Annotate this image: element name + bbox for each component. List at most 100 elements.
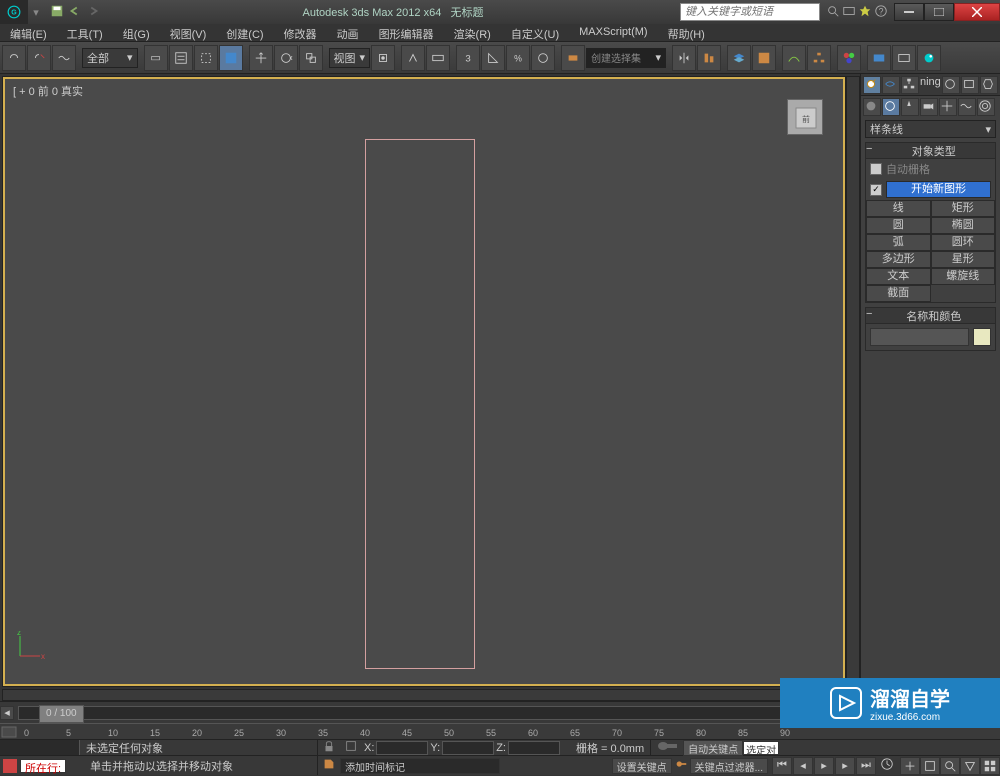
z-coord-input[interactable] bbox=[508, 741, 560, 755]
link-icon[interactable] bbox=[2, 45, 26, 71]
select-region-icon[interactable] bbox=[194, 45, 218, 71]
menu-customize[interactable]: 自定义(U) bbox=[501, 24, 569, 41]
curve-editor-icon[interactable] bbox=[782, 45, 806, 71]
keyboard-shortcut-icon[interactable] bbox=[426, 45, 450, 71]
angle-snap-icon[interactable] bbox=[481, 45, 505, 71]
select-rotate-icon[interactable] bbox=[274, 45, 298, 71]
select-by-name-icon[interactable] bbox=[169, 45, 193, 71]
select-move-icon[interactable] bbox=[249, 45, 273, 71]
graphite-icon[interactable] bbox=[752, 45, 776, 71]
time-config-icon[interactable] bbox=[880, 757, 894, 774]
named-selection-dropdown[interactable]: 创建选择集▾ bbox=[586, 48, 666, 68]
align-icon[interactable] bbox=[697, 45, 721, 71]
rectangle-shape[interactable] bbox=[365, 139, 475, 669]
spinner-snap-icon[interactable] bbox=[531, 45, 555, 71]
menu-edit[interactable]: 编辑(E) bbox=[0, 24, 57, 41]
percent-snap-icon[interactable]: % bbox=[506, 45, 530, 71]
timeline-prev-icon[interactable]: ◂ bbox=[0, 706, 14, 720]
pivot-center-icon[interactable] bbox=[371, 45, 395, 71]
geometry-subtab-icon[interactable] bbox=[863, 98, 881, 116]
lights-subtab-icon[interactable] bbox=[901, 98, 919, 116]
select-scale-icon[interactable] bbox=[299, 45, 323, 71]
zoom-extents-icon[interactable] bbox=[920, 757, 940, 775]
window-maximize[interactable] bbox=[924, 3, 954, 21]
mirror-icon[interactable] bbox=[672, 45, 696, 71]
help-icon[interactable]: ? bbox=[874, 4, 888, 21]
time-slider[interactable]: 0 / 100 bbox=[18, 706, 842, 720]
viewport[interactable]: [ + 0 前 0 真实 前 zx bbox=[2, 76, 846, 687]
menu-modifiers[interactable]: 修改器 bbox=[274, 24, 327, 41]
menu-grapheditors[interactable]: 图形编辑器 bbox=[369, 24, 444, 41]
spacewarps-subtab-icon[interactable] bbox=[958, 98, 976, 116]
snap-toggle-icon[interactable]: 3 bbox=[456, 45, 480, 71]
unlink-icon[interactable] bbox=[27, 45, 51, 71]
bind-spacewarp-icon[interactable] bbox=[52, 45, 76, 71]
key-icon[interactable] bbox=[672, 757, 690, 774]
app-logo[interactable]: G bbox=[0, 0, 28, 24]
viewport-label[interactable]: [ + 0 前 0 真实 bbox=[13, 83, 83, 99]
keyfilter-button[interactable]: 关键点过滤器... bbox=[690, 758, 768, 774]
create-tab-icon[interactable] bbox=[863, 76, 881, 94]
menu-tools[interactable]: 工具(T) bbox=[57, 24, 113, 41]
rendered-frame-icon[interactable] bbox=[892, 45, 916, 71]
time-slider-thumb[interactable]: 0 / 100 bbox=[39, 705, 84, 723]
selection-filter-dropdown[interactable]: 全部 ▾ bbox=[82, 48, 138, 68]
edit-named-sel-icon[interactable] bbox=[561, 45, 585, 71]
zoom-icon[interactable] bbox=[940, 757, 960, 775]
keymode-dropdown[interactable]: 选定对象 bbox=[743, 741, 779, 755]
play-icon[interactable]: ▸ bbox=[814, 757, 834, 775]
menu-maxscript[interactable]: MAXScript(M) bbox=[569, 24, 657, 41]
script-input[interactable]: 所在行: bbox=[20, 759, 66, 773]
lock-icon[interactable] bbox=[318, 739, 340, 756]
object-type-header[interactable]: −对象类型 bbox=[866, 143, 995, 159]
star-button[interactable]: 星形 bbox=[931, 251, 996, 268]
goto-end-icon[interactable]: ⏭ bbox=[856, 757, 876, 775]
cameras-subtab-icon[interactable] bbox=[920, 98, 938, 116]
render-setup-icon[interactable] bbox=[867, 45, 891, 71]
line-button[interactable]: 线 bbox=[866, 200, 931, 217]
startnew-button[interactable]: 开始新图形 bbox=[886, 181, 991, 198]
helpers-subtab-icon[interactable] bbox=[939, 98, 957, 116]
motion-tab-icon[interactable] bbox=[942, 76, 960, 94]
schematic-view-icon[interactable] bbox=[807, 45, 831, 71]
menu-help[interactable]: 帮助(H) bbox=[658, 24, 715, 41]
menu-create[interactable]: 创建(C) bbox=[216, 24, 273, 41]
comm-center-icon[interactable] bbox=[842, 4, 856, 21]
key-mode-icon[interactable] bbox=[651, 741, 683, 754]
pan-view-icon[interactable] bbox=[900, 757, 920, 775]
layer-manager-icon[interactable] bbox=[727, 45, 751, 71]
viewcube[interactable]: 前 bbox=[787, 99, 823, 135]
arc-button[interactable]: 弧 bbox=[866, 234, 931, 251]
material-editor-icon[interactable] bbox=[837, 45, 861, 71]
fov-icon[interactable] bbox=[960, 757, 980, 775]
menu-animation[interactable]: 动画 bbox=[327, 24, 369, 41]
favorite-icon[interactable] bbox=[858, 4, 872, 21]
utilities-tab-icon[interactable] bbox=[980, 76, 998, 94]
circle-button[interactable]: 圆 bbox=[866, 217, 931, 234]
object-name-input[interactable] bbox=[870, 328, 969, 346]
menu-views[interactable]: 视图(V) bbox=[160, 24, 217, 41]
helix-button[interactable]: 螺旋线 bbox=[931, 268, 996, 285]
ref-coord-dropdown[interactable]: 视图 ▾ bbox=[329, 48, 371, 68]
hierarchy-tab-icon[interactable] bbox=[901, 76, 919, 94]
systems-subtab-icon[interactable] bbox=[977, 98, 995, 116]
autogrid-checkbox[interactable] bbox=[870, 163, 882, 175]
section-button[interactable]: 截面 bbox=[866, 285, 931, 302]
ngon-button[interactable]: 多边形 bbox=[866, 251, 931, 268]
add-time-tag-button[interactable]: 添加时间标记 bbox=[340, 758, 500, 774]
max-viewport-icon[interactable] bbox=[980, 757, 1000, 775]
search-input[interactable] bbox=[680, 3, 820, 21]
script-rec-icon[interactable] bbox=[3, 759, 17, 773]
window-crossing-icon[interactable] bbox=[219, 45, 243, 71]
save-icon[interactable] bbox=[50, 4, 64, 21]
select-object-icon[interactable]: ▭ bbox=[144, 45, 168, 71]
startnew-checkbox[interactable]: ✓ bbox=[870, 184, 882, 196]
mini-listener[interactable] bbox=[0, 740, 80, 755]
shapes-subtab-icon[interactable] bbox=[882, 98, 900, 116]
window-close[interactable] bbox=[954, 3, 1000, 21]
viewport-scrollbar-x[interactable] bbox=[2, 689, 858, 701]
render-prod-icon[interactable] bbox=[917, 45, 941, 71]
time-tag-icon[interactable] bbox=[318, 757, 340, 774]
viewport-scrollbar-y[interactable] bbox=[846, 76, 860, 687]
trackbar-toggle-icon[interactable] bbox=[0, 724, 20, 740]
